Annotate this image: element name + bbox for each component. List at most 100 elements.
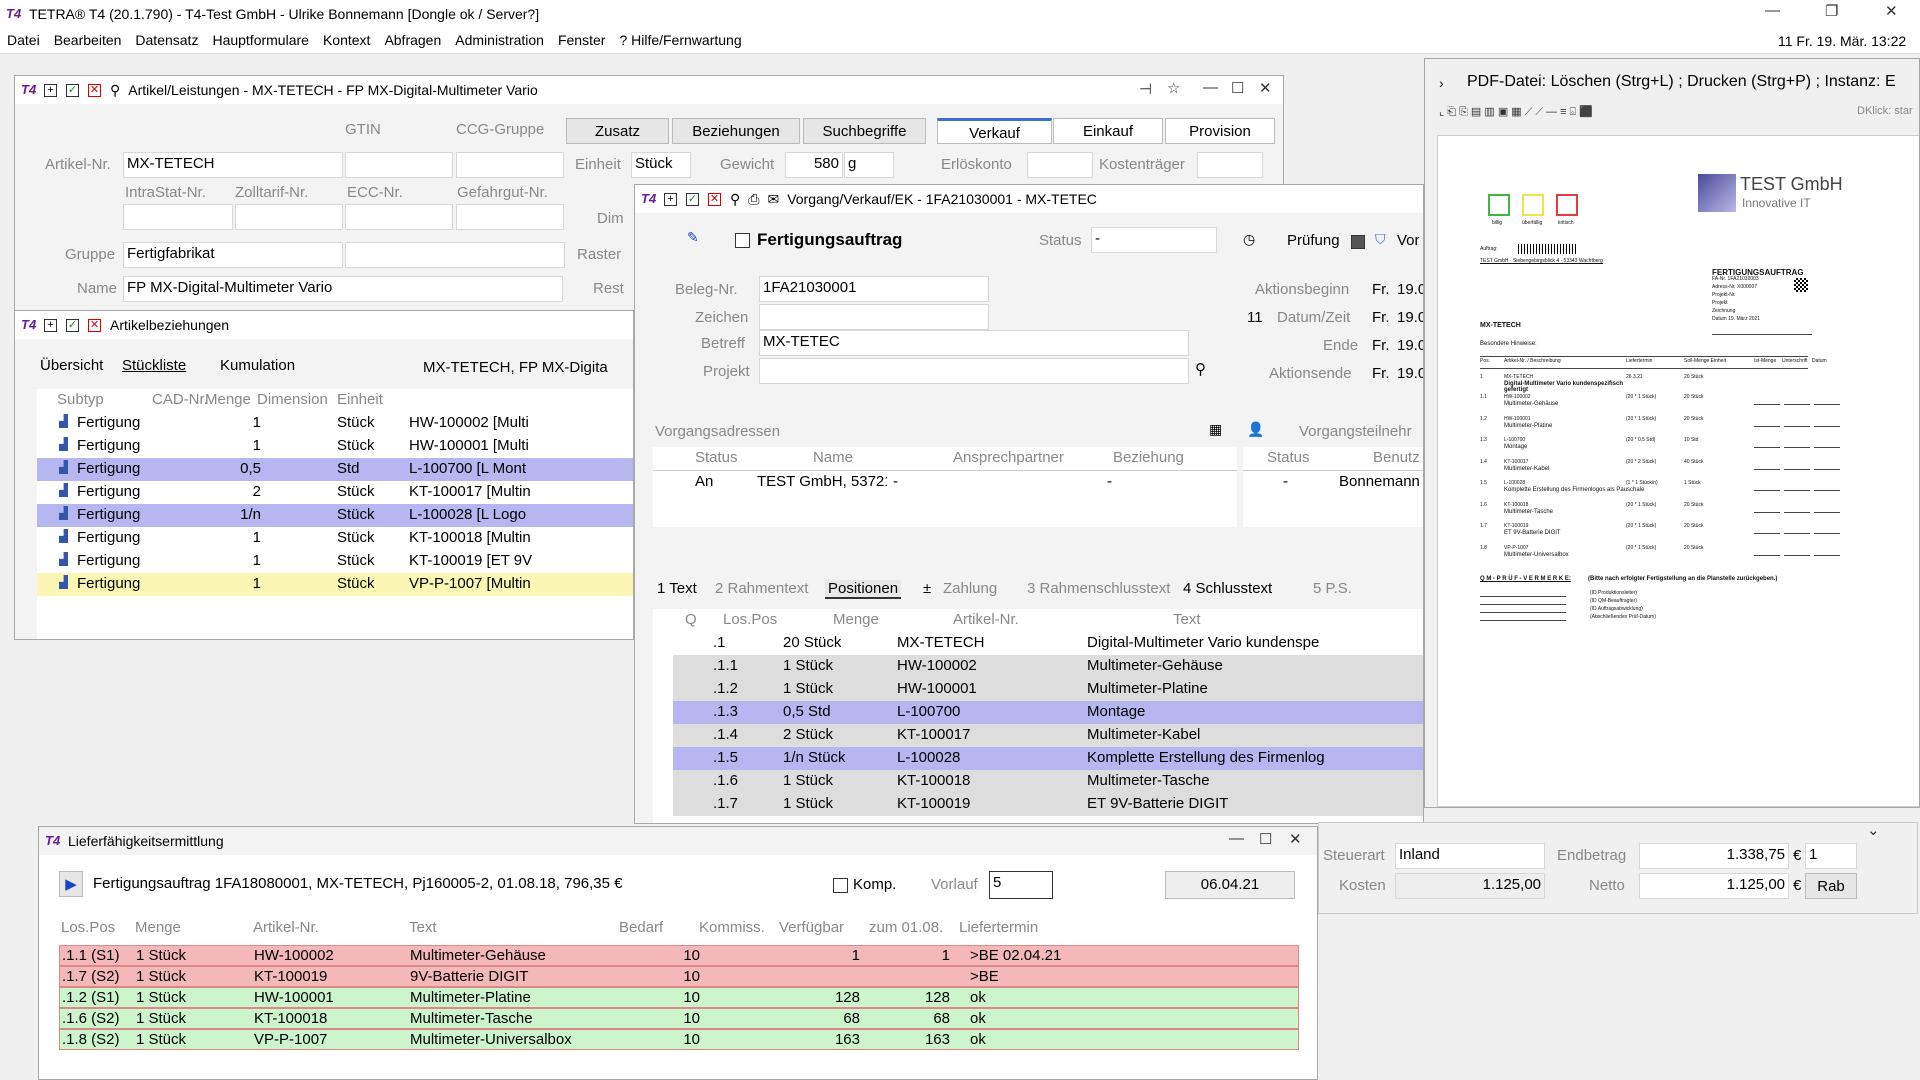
teilnehmer-col-header[interactable]: Benutz: [1373, 449, 1420, 466]
check-icon[interactable]: ✓: [66, 318, 79, 332]
vorgang-tab[interactable]: ±: [923, 580, 931, 597]
adressen-col-header[interactable]: Ansprechpartner: [953, 449, 1064, 466]
liefer-col-header[interactable]: Verfügbar: [779, 919, 844, 936]
vorgang-tab[interactable]: Positionen: [825, 580, 902, 599]
artbez-row[interactable]: ▟ Fertigung 1 Stück HW-100001 [Multi: [37, 435, 633, 458]
endbetrag-field[interactable]: 1.338,75: [1639, 843, 1789, 869]
artbez-row[interactable]: ▟ Fertigung 1 Stück VP-P-1007 [Multin: [37, 573, 633, 596]
positionen-col-header[interactable]: Menge: [833, 611, 879, 628]
pdf-nav-icon[interactable]: ›: [1439, 75, 1444, 91]
positionen-row[interactable]: .1 20 Stück MX-TETECH Digital-Multimeter Va…: [673, 632, 1423, 655]
liefer-col-header[interactable]: Menge: [135, 919, 181, 936]
liefer-col-header[interactable]: Bedarf: [619, 919, 663, 936]
positionen-col-header[interactable]: Los.Pos: [723, 611, 777, 628]
intrastat-field[interactable]: [123, 204, 233, 230]
adressen-col-header[interactable]: Name: [813, 449, 853, 466]
close-icon[interactable]: ✕: [1289, 830, 1302, 848]
minimize-icon[interactable]: —: [1765, 2, 1780, 19]
fertigung-checkbox[interactable]: [735, 233, 750, 248]
minimize-icon[interactable]: —: [1229, 830, 1244, 847]
tab-einkauf[interactable]: Einkauf: [1053, 118, 1163, 144]
liefer-col-header[interactable]: Liefertermin: [959, 919, 1038, 936]
positionen-col-header[interactable]: Artikel-Nr.: [953, 611, 1019, 628]
liefer-row[interactable]: .1.2 (S1) 1 Stück HW-100001 Multimeter-Plat…: [59, 987, 1299, 1008]
clock-icon[interactable]: ◷: [1243, 231, 1255, 248]
ccg-field[interactable]: [456, 152, 564, 178]
einheit-field[interactable]: Stück: [631, 152, 691, 178]
add-icon[interactable]: +: [44, 318, 57, 332]
pen-icon[interactable]: ✎: [687, 229, 699, 246]
projekt-field[interactable]: [759, 358, 1189, 384]
artbez-row[interactable]: ▟ Fertigung 1/n Stück L-100028 [L Logo: [37, 504, 633, 527]
aktionsbeginn-date[interactable]: 19.0: [1397, 281, 1423, 298]
teilnehmer-col-header[interactable]: Status: [1267, 449, 1310, 466]
artbez-col-header[interactable]: Dimension: [257, 391, 328, 408]
menu-item[interactable]: Abfragen: [384, 32, 441, 48]
minimize-icon[interactable]: —: [1203, 79, 1218, 96]
mail-icon[interactable]: ✉: [767, 191, 779, 208]
adressen-col-header[interactable]: Beziehung: [1113, 449, 1184, 466]
erloeskonto-field[interactable]: [1027, 152, 1093, 178]
filter-icon[interactable]: ⛉: [1375, 231, 1386, 248]
gefahrgut-field[interactable]: [456, 204, 564, 230]
liefer-col-header[interactable]: Kommiss.: [699, 919, 765, 936]
artbez-col-header[interactable]: Einheit: [337, 391, 383, 408]
collapse-icon[interactable]: ⌄: [1867, 821, 1880, 839]
vorgang-tab[interactable]: Zahlung: [943, 580, 997, 597]
artbez-row[interactable]: ▟ Fertigung 1 Stück KT-100018 [Multin: [37, 527, 633, 550]
close-icon[interactable]: ✕: [1259, 79, 1272, 97]
adressen-col-header[interactable]: Status: [695, 449, 738, 466]
vorgang-tab[interactable]: 4 Schlusstext: [1183, 580, 1272, 597]
kosten-field[interactable]: 1.125,00: [1395, 873, 1545, 899]
artbez-row[interactable]: ▟ Fertigung 0,5 Std L-100700 [L Mont: [37, 458, 633, 481]
tab-verkauf[interactable]: Verkauf: [937, 118, 1052, 144]
vorgang-tab[interactable]: 5 P.S.: [1313, 580, 1352, 597]
suchbegriffe-button[interactable]: Suchbegriffe: [803, 118, 926, 144]
adressen-row[interactable]: An TEST GmbH, 53721 \ - -: [653, 470, 1237, 493]
beziehungen-button[interactable]: Beziehungen: [672, 118, 800, 144]
date-button[interactable]: 06.04.21: [1165, 871, 1295, 899]
artbez-tab[interactable]: Stückliste: [122, 357, 186, 374]
gruppe-field[interactable]: Fertigfabrikat: [123, 242, 343, 268]
positionen-row[interactable]: .1.4 2 Stück KT-100017 Multimeter-Kabel: [673, 724, 1423, 747]
menu-item[interactable]: ? Hilfe/Fernwartung: [619, 32, 741, 48]
teilnehmer-person-icon[interactable]: 👤: [1247, 421, 1264, 438]
artikel-nr-field[interactable]: MX-TETECH: [123, 152, 343, 178]
liefer-col-header[interactable]: Text: [409, 919, 437, 936]
liefer-col-header[interactable]: Los.Pos: [61, 919, 115, 936]
artbez-tab[interactable]: Übersicht: [40, 357, 103, 374]
ecc-field[interactable]: [345, 204, 453, 230]
gtin-field[interactable]: [345, 152, 453, 178]
artbez-col-header[interactable]: CAD-Nr.: [152, 391, 208, 408]
positionen-row[interactable]: .1.2 1 Stück HW-100001 Multimeter-Platine: [673, 678, 1423, 701]
print-icon[interactable]: ⎙: [748, 191, 759, 208]
maximize-icon[interactable]: ☐: [1259, 830, 1272, 848]
menu-item[interactable]: Bearbeiten: [54, 32, 122, 48]
delete-icon[interactable]: ✕: [88, 318, 101, 332]
status-field[interactable]: -: [1091, 227, 1217, 253]
komp-checkbox[interactable]: [833, 878, 848, 893]
search-icon[interactable]: ⚲: [110, 82, 120, 99]
delete-icon[interactable]: ✕: [88, 83, 101, 97]
gruppe-extra-field[interactable]: [345, 242, 565, 268]
positionen-row[interactable]: .1.1 1 Stück HW-100002 Multimeter-Gehäuse: [673, 655, 1423, 678]
name-field[interactable]: FP MX-Digital-Multimeter Vario: [123, 276, 563, 302]
pruefung-checkbox[interactable]: [1351, 235, 1365, 249]
artbez-row[interactable]: ▟ Fertigung 1 Stück KT-100019 [ET 9V: [37, 550, 633, 573]
liefer-col-header[interactable]: zum 01.08.: [869, 919, 943, 936]
menu-item[interactable]: Administration: [455, 32, 544, 48]
zolltarif-field[interactable]: [235, 204, 343, 230]
positionen-row[interactable]: .1.7 1 Stück KT-100019 ET 9V-Batterie DIGIT: [673, 793, 1423, 816]
vorlauf-field[interactable]: 5: [989, 871, 1053, 899]
netto-field[interactable]: 1.125,00: [1639, 873, 1789, 899]
liefer-col-header[interactable]: Artikel-Nr.: [253, 919, 319, 936]
qty-field[interactable]: 1: [1805, 843, 1857, 869]
steuerart-field[interactable]: Inland: [1395, 843, 1545, 869]
artbez-tab[interactable]: Kumulation: [220, 357, 295, 374]
delete-icon[interactable]: ✕: [708, 192, 721, 206]
pdf-tool-icon[interactable]: ⌞ ⎗ ⎘ ▤ ▥ ▣ ▦ ⟋ ⟋ — ≡ ⌺ ⬛: [1439, 106, 1593, 118]
add-icon[interactable]: +: [664, 192, 677, 206]
liefer-row[interactable]: .1.8 (S2) 1 Stück VP-P-1007 Multimeter-Univ…: [59, 1029, 1299, 1050]
menu-item[interactable]: Kontext: [323, 32, 370, 48]
check-icon[interactable]: ✓: [66, 83, 79, 97]
